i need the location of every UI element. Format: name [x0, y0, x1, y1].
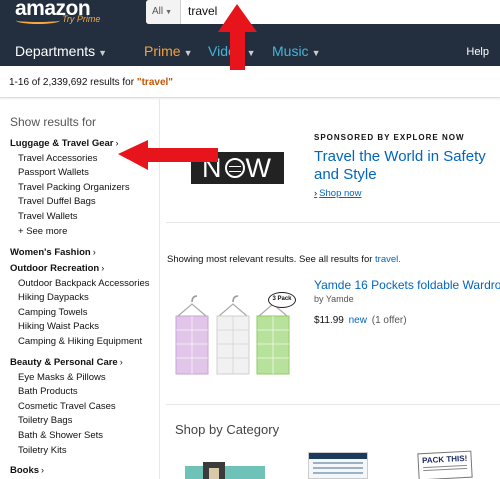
product-offers: (1 offer)	[371, 315, 407, 326]
thumbnail-header	[309, 453, 367, 459]
sidebar-item-toiletry-bags[interactable]: Toiletry Bags	[18, 415, 72, 426]
shop-now-link[interactable]: › Shop now	[314, 188, 361, 199]
nav-bar: Departments ▼ Prime ▼ Video ▼ Music ▼ Help	[0, 26, 500, 66]
sponsored-title-link[interactable]: Travel the World in Safety and Style	[314, 148, 500, 184]
product-price-row: $11.99 new (1 offer)	[314, 315, 407, 326]
shop-now-label: Shop now	[319, 188, 362, 199]
see-all-results-link[interactable]: travel.	[375, 254, 401, 265]
departments-menu[interactable]: Departments ▼	[15, 43, 107, 59]
sidebar-category-outdoor-recreation[interactable]: Outdoor Recreation ›	[10, 263, 104, 274]
chevron-down-icon: ▼	[246, 48, 256, 58]
now-letter-w: W	[245, 153, 273, 183]
chevron-right-icon: ›	[115, 138, 119, 148]
category-thumbnail-3[interactable]: PACK THIS!	[417, 450, 473, 479]
help-link[interactable]: Help	[466, 46, 489, 58]
search-input[interactable]: travel	[188, 4, 217, 18]
sidebar-item-travel-wallets[interactable]: Travel Wallets	[18, 211, 77, 222]
video-menu[interactable]: Video ▼	[208, 43, 255, 59]
see-more-label: See more	[26, 226, 68, 237]
chevron-right-icon: ›	[119, 357, 123, 367]
search-category-label: All	[152, 6, 164, 17]
product-brand: by Yamde	[314, 294, 354, 304]
divider	[166, 222, 500, 223]
category-label: Beauty & Personal Care	[10, 357, 118, 368]
prime-label: Prime	[144, 43, 181, 59]
sidebar-category-books[interactable]: Books ›	[10, 465, 44, 476]
relevance-text: Showing most relevant results. See all r…	[167, 254, 373, 265]
video-label: Video	[208, 43, 244, 59]
search-bar: All ▼ travel	[146, 0, 500, 24]
pack-this-text: PACK THIS!	[421, 453, 468, 466]
try-prime-link[interactable]: Try Prime	[62, 14, 100, 24]
thumbnail-line	[313, 462, 363, 464]
sidebar-category-luggage[interactable]: Luggage & Travel Gear ›	[10, 138, 118, 149]
results-count: 1-16 of 2,339,692 results for	[9, 77, 135, 88]
chevron-right-icon: ›	[314, 188, 318, 199]
thumbnail-line	[313, 467, 363, 469]
search-category-dropdown[interactable]: All ▼	[146, 0, 181, 24]
category-label: Luggage & Travel Gear	[10, 138, 114, 149]
sidebar-heading: Show results for	[10, 115, 97, 129]
results-summary-bar: 1-16 of 2,339,692 results for "travel"	[0, 66, 500, 98]
sidebar-item-travel-duffel-bags[interactable]: Travel Duffel Bags	[18, 196, 96, 207]
chevron-down-icon: ▼	[165, 9, 173, 16]
sidebar-item-camping-towels[interactable]: Camping Towels	[18, 307, 88, 318]
globe-icon	[224, 157, 245, 178]
sidebar-item-travel-accessories[interactable]: Travel Accessories	[18, 153, 97, 164]
sidebar-category-womens-fashion[interactable]: Women's Fashion ›	[10, 247, 96, 258]
sidebar-item-cosmetic-travel-cases[interactable]: Cosmetic Travel Cases	[18, 401, 116, 412]
divider	[166, 404, 500, 405]
relevance-note: Showing most relevant results. See all r…	[167, 254, 401, 265]
product-price: $11.99	[314, 315, 344, 326]
category-label: Books	[10, 465, 40, 476]
three-pack-badge: 3 Pack	[268, 292, 296, 308]
sidebar-item-hiking-daypacks[interactable]: Hiking Daypacks	[18, 292, 89, 303]
prime-menu[interactable]: Prime ▼	[144, 43, 192, 59]
expand-icon: +	[18, 226, 27, 237]
category-label: Women's Fashion	[10, 247, 91, 258]
sidebar-item-camping-hiking-equipment[interactable]: Camping & Hiking Equipment	[18, 336, 142, 347]
shop-by-category-heading: Shop by Category	[175, 422, 280, 437]
chevron-down-icon: ▼	[183, 48, 193, 58]
sidebar-category-beauty[interactable]: Beauty & Personal Care ›	[10, 357, 123, 368]
chevron-down-icon: ▼	[311, 48, 321, 58]
top-header: amazon Try Prime All ▼ travel	[0, 0, 500, 26]
chevron-right-icon: ›	[41, 465, 45, 475]
chevron-right-icon: ›	[101, 263, 105, 273]
sidebar-item-eye-masks[interactable]: Eye Masks & Pillows	[18, 372, 106, 383]
product-title-link[interactable]: Yamde 16 Pockets foldable Wardrobe	[314, 278, 500, 292]
sidebar-item-bath-shower-sets[interactable]: Bath & Shower Sets	[18, 430, 103, 441]
sidebar-item-toiletry-kits[interactable]: Toiletry Kits	[18, 445, 67, 456]
sidebar-item-bath-products[interactable]: Bath Products	[18, 386, 78, 397]
sidebar-item-passport-wallets[interactable]: Passport Wallets	[18, 167, 89, 178]
category-thumbnail-1[interactable]	[185, 462, 265, 479]
chevron-down-icon: ▼	[98, 48, 108, 58]
chevron-right-icon: ›	[92, 247, 96, 257]
departments-label: Departments	[15, 43, 96, 59]
logo-smile-icon	[16, 17, 60, 24]
results-query: "travel"	[136, 77, 174, 88]
see-more-link[interactable]: + See more	[18, 226, 67, 237]
now-letter-n: N	[202, 153, 224, 183]
thumbnail-line	[423, 467, 468, 472]
explore-now-logo[interactable]: NW	[191, 152, 284, 184]
sponsored-label: SPONSORED BY EXPLORE NOW	[314, 133, 465, 142]
category-label: Outdoor Recreation	[10, 263, 100, 274]
sidebar-item-travel-packing-organizers[interactable]: Travel Packing Organizers	[18, 182, 130, 193]
product-new-link[interactable]: new	[349, 315, 367, 326]
sidebar-item-outdoor-backpack-accessories[interactable]: Outdoor Backpack Accessories	[18, 278, 149, 289]
thumbnail-line	[313, 472, 363, 474]
music-label: Music	[272, 43, 309, 59]
refinement-sidebar: Show results for Luggage & Travel Gear › …	[0, 99, 160, 479]
category-thumbnail-2[interactable]	[308, 452, 368, 479]
sidebar-item-hiking-waist-packs[interactable]: Hiking Waist Packs	[18, 321, 99, 332]
music-menu[interactable]: Music ▼	[272, 43, 320, 59]
